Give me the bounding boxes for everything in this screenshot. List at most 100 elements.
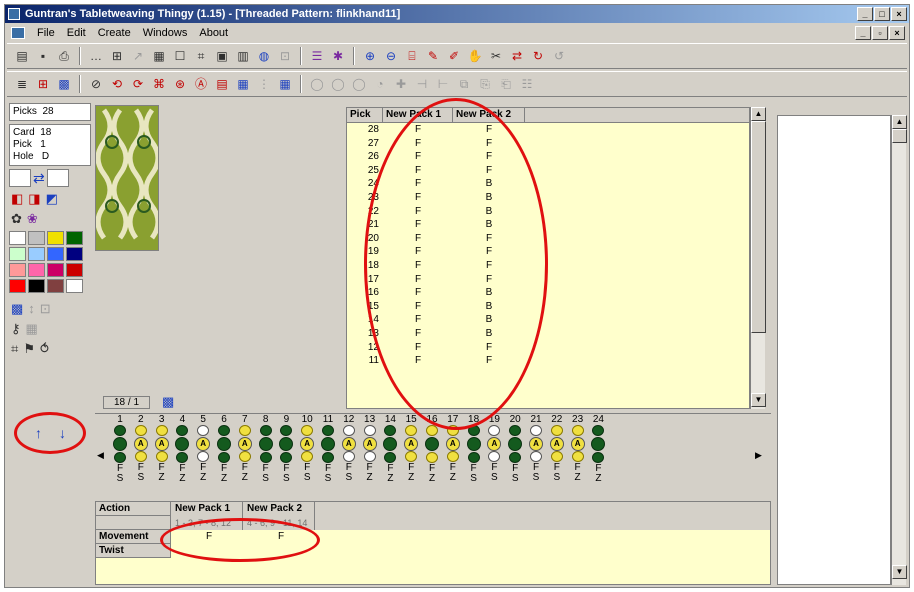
palette-swatch[interactable] — [9, 279, 26, 293]
hole-a[interactable]: A — [404, 437, 419, 451]
card-column[interactable]: 24 F Z — [587, 414, 609, 484]
fill-a-icon[interactable]: ◧ — [11, 191, 23, 207]
circle-d-icon[interactable]: ◔ — [371, 75, 389, 93]
hole-bottom[interactable] — [509, 452, 522, 463]
tool-icon[interactable]: ⌘ — [150, 75, 168, 93]
palette-edit-icon[interactable]: ❀ — [27, 211, 38, 227]
pack-2-cell[interactable]: F — [453, 341, 525, 355]
pack-2-cell[interactable]: F — [453, 354, 525, 368]
hole-bottom[interactable] — [530, 451, 542, 462]
mdi-restore-button[interactable]: ▫ — [872, 26, 888, 40]
move-down-icon[interactable]: ↓ — [59, 425, 66, 441]
table-row[interactable]: 27 F F — [347, 137, 749, 151]
card-column[interactable]: 7AFZ — [234, 414, 256, 483]
hole-top[interactable] — [530, 425, 542, 436]
hole-bottom[interactable] — [384, 452, 397, 463]
pack-2-cell[interactable]: F — [453, 123, 525, 137]
hole-top[interactable] — [571, 425, 584, 436]
pack-2-movement[interactable]: F — [243, 530, 315, 544]
block-icon[interactable]: ▦ — [234, 75, 252, 93]
fill-b-icon[interactable]: ◨ — [28, 191, 40, 207]
frame-icon[interactable]: ☐ — [171, 47, 189, 65]
card-column[interactable]: 12 A F S — [338, 414, 360, 483]
weave-status-icon[interactable]: ▩ — [162, 394, 174, 410]
hole-bottom[interactable] — [197, 451, 210, 462]
move-up-icon[interactable]: ↑ — [35, 425, 42, 441]
card-column[interactable]: 11 F S — [317, 414, 339, 484]
card-column[interactable]: 3AFZ — [151, 414, 173, 483]
hole-a[interactable]: A — [341, 437, 356, 451]
pack-2-cell[interactable]: F — [453, 164, 525, 178]
hole-bottom[interactable] — [426, 452, 438, 463]
brush-icon[interactable]: ✐ — [445, 47, 463, 65]
settings-box-icon[interactable]: ⊡ — [40, 301, 51, 317]
rotate-icon[interactable]: ⟲ — [108, 75, 126, 93]
zoom-out-icon[interactable]: ⊖ — [382, 47, 400, 65]
flip-icon[interactable]: ⟳ — [129, 75, 147, 93]
pack-1-cell[interactable]: F — [383, 327, 453, 341]
table-row[interactable]: 23 F B — [347, 191, 749, 205]
mdi-icon[interactable] — [11, 27, 25, 39]
right-scroll-down-icon[interactable]: ▼ — [892, 565, 907, 579]
hole-top[interactable] — [550, 425, 563, 436]
flag-icon[interactable]: ⚑ — [23, 341, 35, 357]
table-row[interactable]: 15 F B — [347, 300, 749, 314]
weave-view-icon[interactable]: ▩ — [11, 301, 23, 317]
hole-bottom[interactable] — [405, 451, 418, 462]
palette-swatch[interactable] — [28, 279, 45, 293]
pack-1-cell[interactable]: F — [383, 150, 453, 164]
dots-icon[interactable]: … — [87, 47, 105, 65]
card-column[interactable]: 6FZ — [213, 414, 235, 484]
hole-bottom[interactable] — [446, 451, 459, 462]
palette-swatch[interactable] — [66, 231, 83, 245]
hole-bottom[interactable] — [550, 451, 563, 462]
scroll-thumb[interactable] — [751, 121, 766, 333]
background-color[interactable] — [46, 169, 69, 187]
arrow-icon[interactable]: ↗ — [129, 47, 147, 65]
swap-colors-icon[interactable]: ⇄ — [33, 170, 45, 187]
table-row[interactable]: 21 F B — [347, 218, 749, 232]
hole-a[interactable] — [113, 437, 127, 451]
hole-a[interactable] — [217, 437, 231, 451]
hole-top[interactable] — [280, 425, 293, 436]
hole-bottom[interactable] — [259, 452, 272, 463]
hole-top[interactable] — [176, 425, 189, 436]
hole-a[interactable] — [383, 437, 398, 451]
pack-2-cell[interactable]: B — [453, 177, 525, 191]
small-grid-icon[interactable]: ▦ — [26, 321, 38, 337]
pack-1-cell[interactable]: F — [383, 177, 453, 191]
hole-a[interactable] — [175, 437, 190, 451]
hole-top[interactable] — [384, 425, 397, 436]
card-column[interactable]: 5AFZ — [192, 414, 214, 483]
hole-a[interactable]: A — [445, 437, 460, 451]
right-view[interactable] — [777, 115, 891, 585]
hole-top[interactable] — [363, 425, 376, 436]
pack-1-cell[interactable]: F — [383, 123, 453, 137]
table-row[interactable]: 28 F F — [347, 123, 749, 137]
menu-create[interactable]: Create — [92, 27, 137, 39]
thread-icon[interactable]: ⌸ — [403, 47, 421, 65]
tag-small-icon[interactable]: ⌗ — [11, 341, 18, 357]
hole-bottom[interactable] — [280, 452, 293, 463]
threading-left-arrow-icon[interactable]: ◀ — [97, 450, 104, 461]
hole-a[interactable]: A — [196, 437, 211, 451]
table-icon[interactable]: ⊞ — [34, 75, 52, 93]
pack-2-cell[interactable]: B — [453, 191, 525, 205]
hole-top[interactable] — [509, 425, 522, 436]
header-pack-1[interactable]: New Pack 1 — [383, 108, 453, 122]
palette-swatch[interactable] — [47, 263, 64, 277]
cross-icon[interactable]: ✚ — [392, 75, 410, 93]
palette-swatch[interactable] — [47, 279, 64, 293]
pack-2-cell[interactable]: B — [453, 286, 525, 300]
pack-2-cell[interactable]: F — [453, 150, 525, 164]
pack-1-cell[interactable]: F — [383, 191, 453, 205]
mdi-minimize-button[interactable]: _ — [855, 26, 871, 40]
hole-top[interactable] — [134, 425, 147, 436]
hole-a[interactable]: A — [487, 437, 502, 451]
twist-icon[interactable]: ⥀ — [40, 341, 49, 357]
scissors-icon[interactable]: ✂ — [487, 47, 505, 65]
palette-swatch[interactable] — [66, 263, 83, 277]
list-icon[interactable]: ☰ — [308, 47, 326, 65]
card-column[interactable]: 18 F S — [463, 414, 485, 484]
menu-file[interactable]: File — [31, 27, 61, 39]
